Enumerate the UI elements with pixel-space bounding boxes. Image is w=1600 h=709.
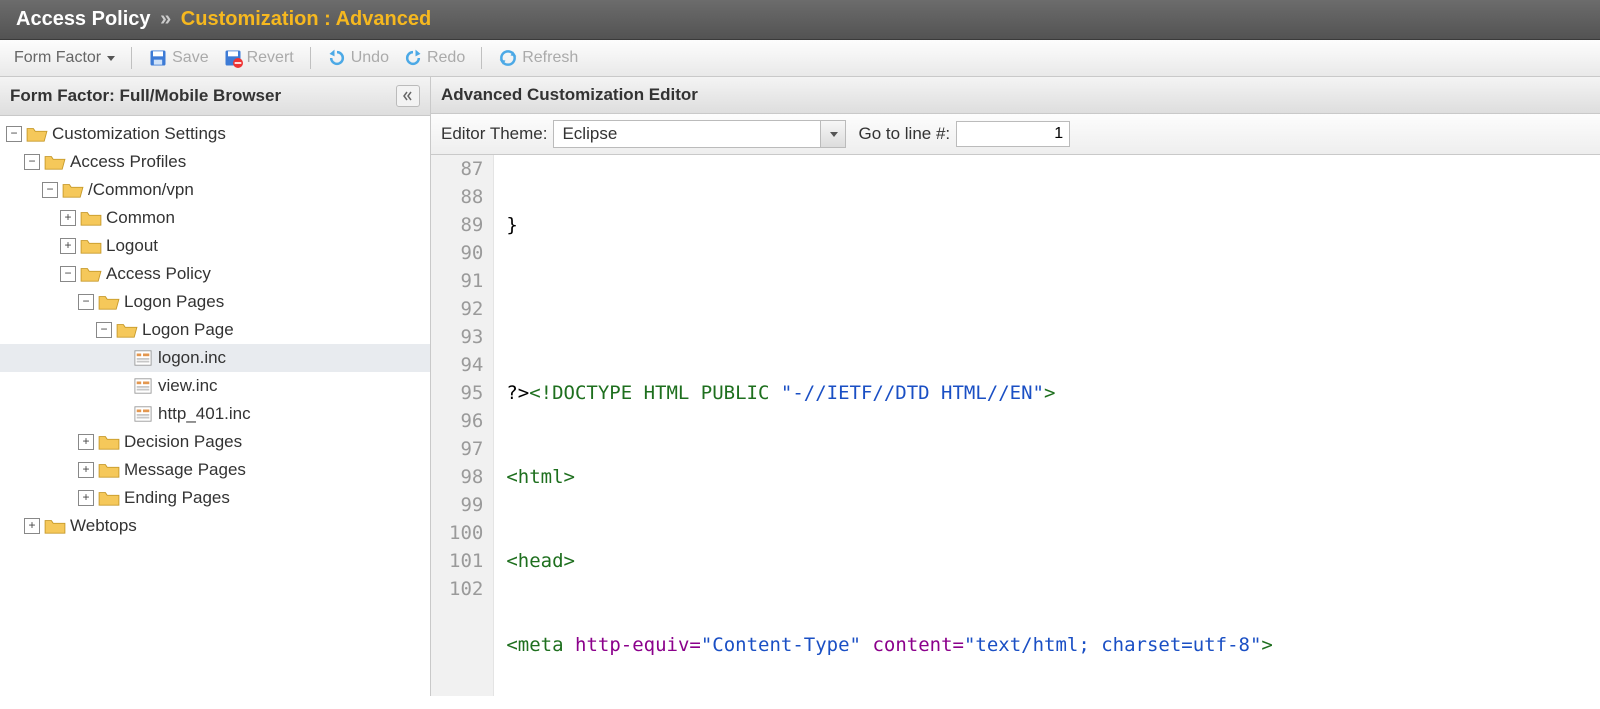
undo-icon bbox=[327, 48, 347, 68]
theme-value: Eclipse bbox=[554, 124, 820, 144]
undo-button[interactable]: Undo bbox=[323, 46, 393, 70]
tree-node-logon-page[interactable]: − Logon Page bbox=[0, 316, 430, 344]
sidebar: Form Factor: Full/Mobile Browser − Custo… bbox=[0, 77, 431, 696]
main-toolbar: Form Factor Save Revert Undo Redo Refres… bbox=[0, 40, 1600, 77]
folder-open-icon bbox=[80, 265, 102, 283]
expand-toggle[interactable]: + bbox=[24, 518, 40, 534]
code-line: <meta http-equiv="Content-Type" content=… bbox=[506, 631, 1600, 659]
refresh-button[interactable]: Refresh bbox=[494, 46, 582, 70]
expand-toggle[interactable]: + bbox=[78, 434, 94, 450]
code-line: ?><!DOCTYPE HTML PUBLIC "-//IETF//DTD HT… bbox=[506, 379, 1600, 407]
tree-node-ending-pages[interactable]: + Ending Pages bbox=[0, 484, 430, 512]
goto-line-input[interactable] bbox=[956, 121, 1070, 147]
folder-open-icon bbox=[44, 153, 66, 171]
collapse-toggle[interactable]: − bbox=[6, 126, 22, 142]
tree-node-webtops[interactable]: + Webtops bbox=[0, 512, 430, 540]
expand-toggle[interactable]: + bbox=[60, 210, 76, 226]
tree-leaf-logon-inc[interactable]: logon.inc bbox=[0, 344, 430, 372]
code-editor[interactable]: 87 88 89 90 91 92 93 94 95 96 97 98 99 1… bbox=[431, 155, 1600, 696]
save-icon bbox=[148, 48, 168, 68]
file-icon bbox=[132, 377, 154, 395]
folder-open-icon bbox=[116, 321, 138, 339]
collapse-toggle[interactable]: − bbox=[60, 266, 76, 282]
tree-node-common[interactable]: + Common bbox=[0, 204, 430, 232]
theme-label: Editor Theme: bbox=[441, 124, 547, 144]
folder-icon bbox=[80, 209, 102, 227]
tree-leaf-http-401-inc[interactable]: http_401.inc bbox=[0, 400, 430, 428]
breadcrumb-sub[interactable]: Customization : Advanced bbox=[181, 8, 431, 30]
tree-node-common-vpn[interactable]: − /Common/vpn bbox=[0, 176, 430, 204]
folder-open-icon bbox=[62, 181, 84, 199]
folder-open-icon bbox=[98, 293, 120, 311]
caret-down-icon bbox=[107, 56, 115, 61]
revert-button[interactable]: Revert bbox=[219, 46, 298, 70]
folder-icon bbox=[98, 433, 120, 451]
tree[interactable]: − Customization Settings − Access Profil… bbox=[0, 116, 430, 696]
refresh-icon bbox=[498, 48, 518, 68]
sidebar-header: Form Factor: Full/Mobile Browser bbox=[0, 77, 430, 116]
tree-node-decision-pages[interactable]: + Decision Pages bbox=[0, 428, 430, 456]
expand-toggle[interactable]: + bbox=[60, 238, 76, 254]
code-line: } bbox=[506, 211, 1600, 239]
theme-select[interactable]: Eclipse bbox=[553, 120, 846, 148]
breadcrumb-sep: » bbox=[160, 8, 171, 30]
folder-icon bbox=[98, 461, 120, 479]
goto-label: Go to line #: bbox=[858, 124, 950, 144]
tree-node-customization-settings[interactable]: − Customization Settings bbox=[0, 120, 430, 148]
code-line: <head> bbox=[506, 547, 1600, 575]
tree-node-logout[interactable]: + Logout bbox=[0, 232, 430, 260]
folder-icon bbox=[44, 517, 66, 535]
collapse-sidebar-button[interactable] bbox=[396, 85, 420, 107]
sidebar-title: Form Factor: Full/Mobile Browser bbox=[10, 86, 281, 106]
editor-panel: Advanced Customization Editor Editor The… bbox=[431, 77, 1600, 696]
code-line: <html> bbox=[506, 463, 1600, 491]
code-lines[interactable]: } ?><!DOCTYPE HTML PUBLIC "-//IETF//DTD … bbox=[494, 155, 1600, 696]
save-button[interactable]: Save bbox=[144, 46, 212, 70]
file-icon bbox=[132, 405, 154, 423]
chevron-down-icon[interactable] bbox=[820, 121, 845, 147]
toolbar-separator bbox=[481, 47, 482, 69]
tree-node-logon-pages[interactable]: − Logon Pages bbox=[0, 288, 430, 316]
editor-toolbar: Editor Theme: Eclipse Go to line #: bbox=[431, 114, 1600, 155]
expand-toggle[interactable]: + bbox=[78, 490, 94, 506]
redo-icon bbox=[403, 48, 423, 68]
collapse-toggle[interactable]: − bbox=[96, 322, 112, 338]
tree-node-message-pages[interactable]: + Message Pages bbox=[0, 456, 430, 484]
breadcrumb-main[interactable]: Access Policy bbox=[16, 8, 151, 30]
toolbar-separator bbox=[310, 47, 311, 69]
file-icon bbox=[132, 349, 154, 367]
collapse-toggle[interactable]: − bbox=[78, 294, 94, 310]
folder-icon bbox=[80, 237, 102, 255]
tree-leaf-view-inc[interactable]: view.inc bbox=[0, 372, 430, 400]
form-factor-label: Form Factor bbox=[14, 49, 101, 67]
folder-open-icon bbox=[26, 125, 48, 143]
code-line bbox=[506, 295, 1600, 323]
editor-header: Advanced Customization Editor bbox=[431, 77, 1600, 114]
gutter: 87 88 89 90 91 92 93 94 95 96 97 98 99 1… bbox=[431, 155, 494, 696]
folder-icon bbox=[98, 489, 120, 507]
collapse-toggle[interactable]: − bbox=[42, 182, 58, 198]
collapse-toggle[interactable]: − bbox=[24, 154, 40, 170]
form-factor-dropdown[interactable]: Form Factor bbox=[10, 47, 119, 69]
chevron-left-icon bbox=[403, 91, 413, 101]
redo-button[interactable]: Redo bbox=[399, 46, 469, 70]
revert-icon bbox=[223, 48, 243, 68]
expand-toggle[interactable]: + bbox=[78, 462, 94, 478]
breadcrumb: Access Policy » Customization : Advanced bbox=[0, 0, 1600, 40]
editor-title: Advanced Customization Editor bbox=[441, 85, 698, 105]
tree-node-access-policy[interactable]: − Access Policy bbox=[0, 260, 430, 288]
toolbar-separator bbox=[131, 47, 132, 69]
tree-node-access-profiles[interactable]: − Access Profiles bbox=[0, 148, 430, 176]
